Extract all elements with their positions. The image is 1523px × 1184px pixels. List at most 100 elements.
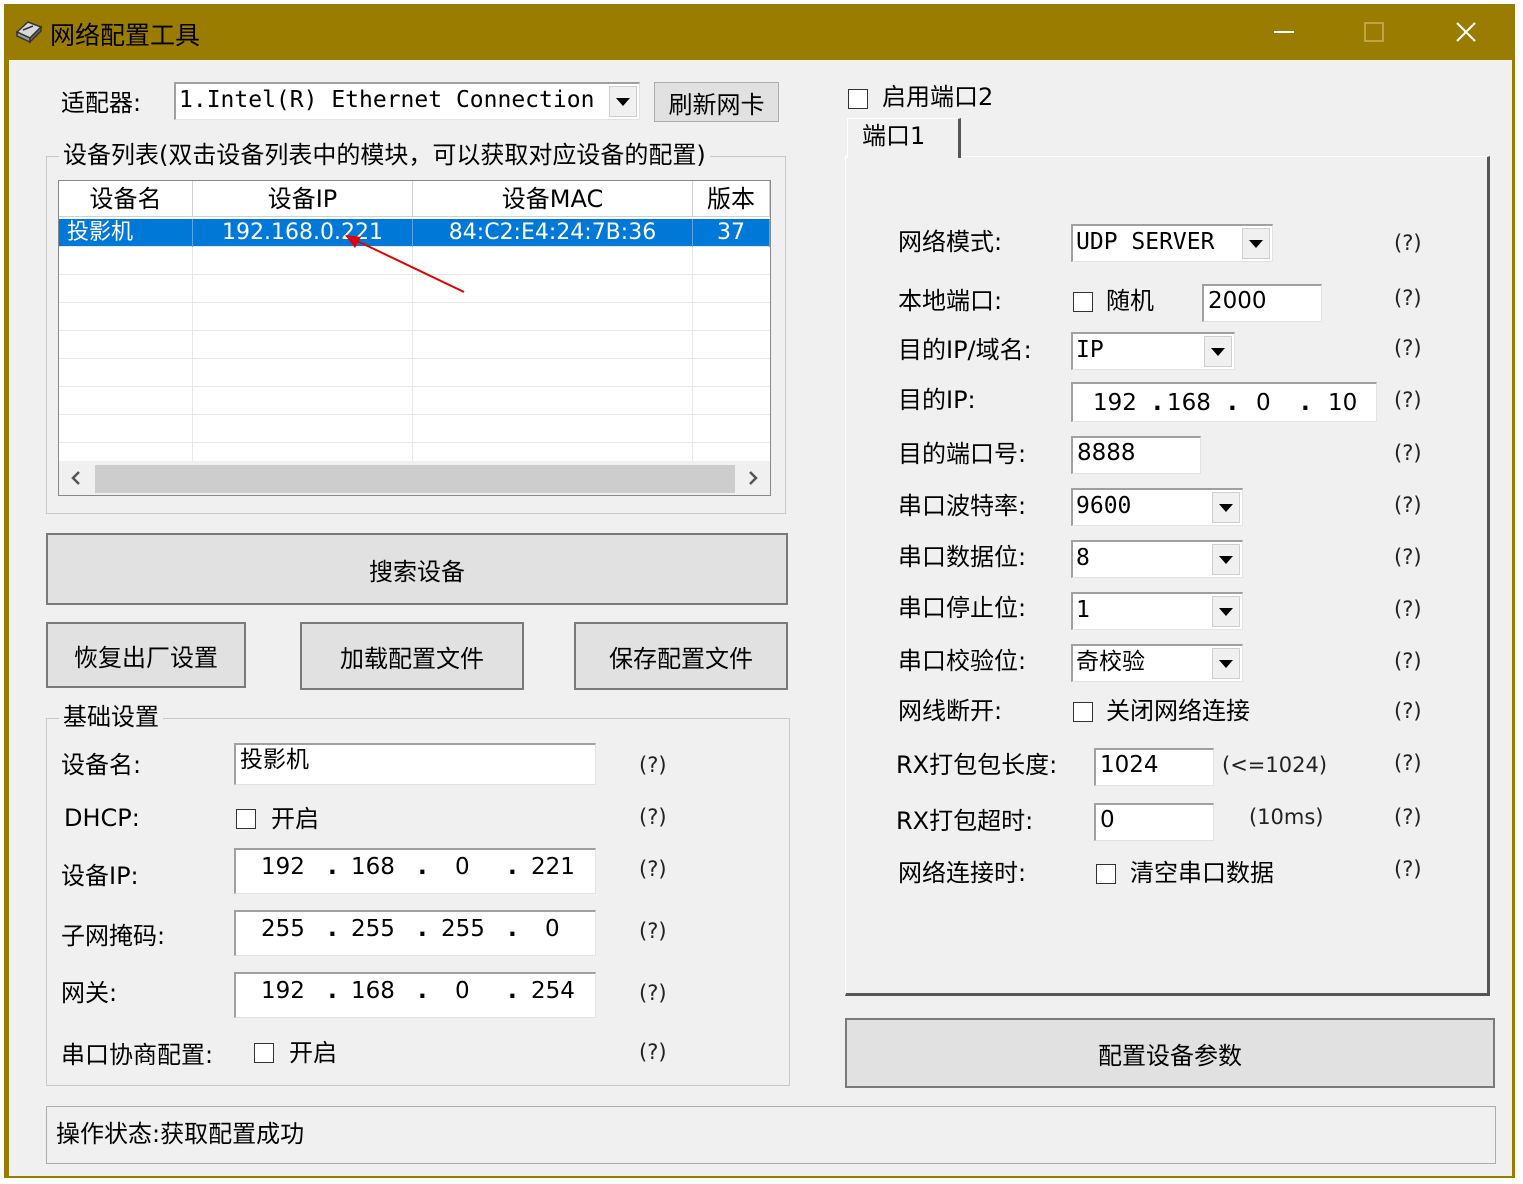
rx-packet-length-input[interactable]: 1024 (1094, 748, 1214, 786)
table-row[interactable] (59, 415, 770, 443)
chevron-down-icon (1219, 607, 1233, 616)
ip-octet: 255 (441, 916, 485, 942)
baud-rate-dropdown-button[interactable] (1212, 492, 1240, 523)
column-header-ip[interactable]: 设备IP (193, 181, 413, 217)
column-header-mac[interactable]: 设备MAC (413, 181, 693, 217)
help-net-mode[interactable]: (?) (1394, 228, 1422, 258)
minimize-icon (1274, 31, 1294, 33)
scroll-left-button[interactable] (63, 467, 89, 489)
gateway-label: 网关: (61, 979, 118, 1007)
dest-port-input[interactable]: 8888 (1071, 436, 1201, 474)
help-serial-negotiation[interactable]: (?) (639, 1037, 667, 1067)
rx-timeout-input[interactable]: 0 (1094, 803, 1214, 841)
help-on-connect[interactable]: (?) (1394, 854, 1422, 884)
net-mode-select[interactable]: UDP SERVER (1071, 224, 1273, 262)
title-bar[interactable]: 网络配置工具 (4, 4, 1515, 58)
chevron-down-icon (1211, 347, 1225, 356)
stop-bits-label: 串口停止位: (898, 594, 1027, 622)
dest-type-select[interactable]: IP (1071, 332, 1235, 370)
table-row[interactable] (59, 443, 770, 463)
help-data-bits[interactable]: (?) (1394, 542, 1422, 572)
help-device-ip[interactable]: (?) (639, 854, 667, 884)
data-bits-select[interactable]: 8 (1071, 540, 1243, 578)
ip-octet: 192 (1093, 390, 1137, 416)
maximize-button[interactable] (1344, 10, 1404, 54)
close-button[interactable] (1436, 10, 1496, 54)
gateway-input[interactable]: 192 . 168 . 0 . 254 (234, 972, 596, 1018)
table-row[interactable] (59, 303, 770, 331)
help-baud-rate[interactable]: (?) (1394, 490, 1422, 520)
help-stop-bits[interactable]: (?) (1394, 594, 1422, 624)
status-bar: 操作状态:获取配置成功 (46, 1106, 1496, 1164)
help-local-port[interactable]: (?) (1394, 283, 1422, 313)
table-row[interactable] (59, 359, 770, 387)
minimize-button[interactable] (1254, 10, 1314, 54)
help-dhcp[interactable]: (?) (639, 802, 667, 832)
enable-port2-label: 启用端口2 (882, 83, 994, 111)
stop-bits-select[interactable]: 1 (1071, 592, 1243, 630)
cable-disconnect-label: 网线断开: (898, 697, 1003, 725)
parity-dropdown-button[interactable] (1212, 648, 1240, 679)
parity-select[interactable]: 奇校验 (1071, 644, 1243, 682)
random-port-checkbox[interactable] (1073, 292, 1093, 312)
help-dest-ip[interactable]: (?) (1394, 385, 1422, 415)
net-mode-dropdown-button[interactable] (1242, 228, 1270, 259)
ip-octet: 0 (1256, 390, 1271, 416)
column-header-name[interactable]: 设备名 (59, 181, 193, 217)
enable-port2-checkbox[interactable] (848, 89, 868, 109)
help-subnet-mask[interactable]: (?) (639, 916, 667, 946)
tab-port1[interactable]: 端口1 (847, 118, 961, 158)
scroll-thumb[interactable] (95, 465, 735, 493)
chevron-left-icon (71, 471, 80, 485)
help-parity[interactable]: (?) (1394, 646, 1422, 676)
maximize-icon (1364, 22, 1384, 42)
app-window: 网络配置工具 适配器: 1.Intel(R) Ethernet Connecti… (4, 4, 1515, 1178)
dest-type-dropdown-button[interactable] (1204, 336, 1232, 367)
adapter-select[interactable]: 1.Intel(R) Ethernet Connection (174, 82, 640, 120)
adapter-selected-value: 1.Intel(R) Ethernet Connection (179, 87, 595, 113)
table-row[interactable] (59, 387, 770, 415)
data-bits-dropdown-button[interactable] (1212, 544, 1240, 575)
help-gateway[interactable]: (?) (639, 978, 667, 1008)
refresh-adapter-button[interactable]: 刷新网卡 (654, 82, 779, 122)
column-header-version[interactable]: 版本 (693, 181, 770, 217)
device-name-input[interactable]: 投影机 (234, 743, 596, 785)
local-port-input[interactable]: 2000 (1202, 284, 1322, 322)
search-devices-button[interactable]: 搜索设备 (46, 533, 788, 605)
factory-reset-button[interactable]: 恢复出厂设置 (46, 622, 246, 688)
horizontal-scrollbar[interactable] (59, 461, 770, 495)
close-icon (1456, 22, 1476, 42)
save-config-button[interactable]: 保存配置文件 (574, 622, 788, 690)
dest-ip-input[interactable]: 192 . 168 . 0 . 10 (1071, 382, 1377, 422)
device-ip-input[interactable]: 192 . 168 . 0 . 221 (234, 848, 596, 894)
clear-serial-data-checkbox[interactable] (1096, 864, 1116, 884)
help-rx-timeout[interactable]: (?) (1394, 802, 1422, 832)
ip-octet: 168 (351, 854, 395, 880)
help-dest-port[interactable]: (?) (1394, 438, 1422, 468)
help-dest-type[interactable]: (?) (1394, 333, 1422, 363)
help-device-name[interactable]: (?) (639, 750, 667, 780)
close-connection-checkbox[interactable] (1073, 702, 1093, 722)
serial-negotiation-checkbox[interactable] (254, 1043, 274, 1063)
chevron-right-icon (749, 471, 758, 485)
dest-port-label: 目的端口号: (898, 440, 1027, 468)
configure-device-button[interactable]: 配置设备参数 (845, 1018, 1495, 1088)
close-connection-label: 关闭网络连接 (1106, 697, 1250, 725)
random-port-label: 随机 (1106, 287, 1154, 315)
dhcp-checkbox[interactable] (236, 809, 256, 829)
rx-timeout-hint: (10ms) (1249, 805, 1324, 829)
baud-rate-select[interactable]: 9600 (1071, 488, 1243, 526)
table-row[interactable] (59, 331, 770, 359)
rx-timeout-label: RX打包超时: (896, 807, 1034, 835)
help-rx-packet-length[interactable]: (?) (1394, 748, 1422, 778)
load-config-button[interactable]: 加载配置文件 (300, 622, 524, 690)
adapter-dropdown-button[interactable] (609, 86, 637, 117)
ip-octet: 10 (1328, 390, 1358, 416)
parity-label: 串口校验位: (898, 647, 1027, 675)
scroll-right-button[interactable] (740, 467, 766, 489)
help-cable-disconnect[interactable]: (?) (1394, 696, 1422, 726)
window-title: 网络配置工具 (50, 21, 201, 50)
ip-octet: 192 (261, 854, 305, 880)
stop-bits-dropdown-button[interactable] (1212, 596, 1240, 627)
subnet-mask-input[interactable]: 255 . 255 . 255 . 0 (234, 910, 596, 956)
